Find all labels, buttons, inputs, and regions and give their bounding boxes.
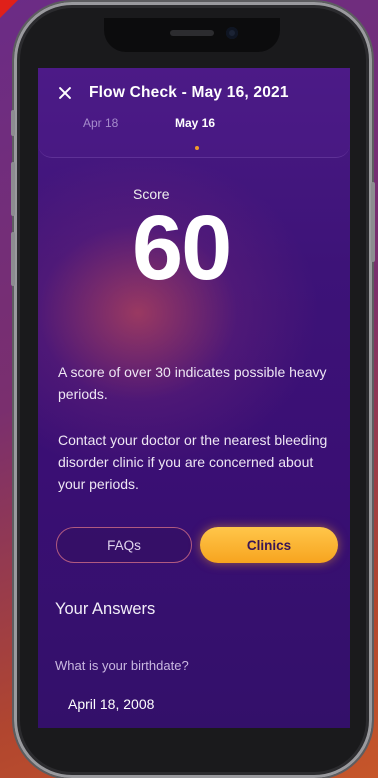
contact-info-text: Contact your doctor or the nearest bleed… [58,432,328,492]
app-screen: Flow Check - May 16, 2021 Apr 18 May 16 … [38,68,350,728]
question-birthdate: What is your birthdate? [55,658,189,673]
active-page-indicator [195,146,199,150]
header: Flow Check - May 16, 2021 Apr 18 May 16 [38,68,350,158]
answer-birthdate: April 18, 2008 [68,696,155,712]
notch [104,18,280,52]
score-value: 60 [132,197,232,299]
volume-down-button [11,232,15,286]
close-icon[interactable] [58,86,72,100]
page-title: Flow Check - May 16, 2021 [89,84,289,101]
score-info-text: A score of over 30 indicates possible he… [58,364,327,402]
answers-heading: Your Answers [55,600,156,618]
speaker-grille [170,30,214,36]
camera-icon [226,27,238,39]
clinics-button[interactable]: Clinics [200,527,338,563]
red-corner-marker [0,0,18,18]
volume-up-button [11,162,15,216]
date-tab-may-16[interactable]: May 16 [175,116,215,130]
power-button [371,182,375,262]
faqs-button[interactable]: FAQs [56,527,192,563]
silent-switch [11,110,15,136]
date-tab-apr-18[interactable]: Apr 18 [83,116,118,130]
